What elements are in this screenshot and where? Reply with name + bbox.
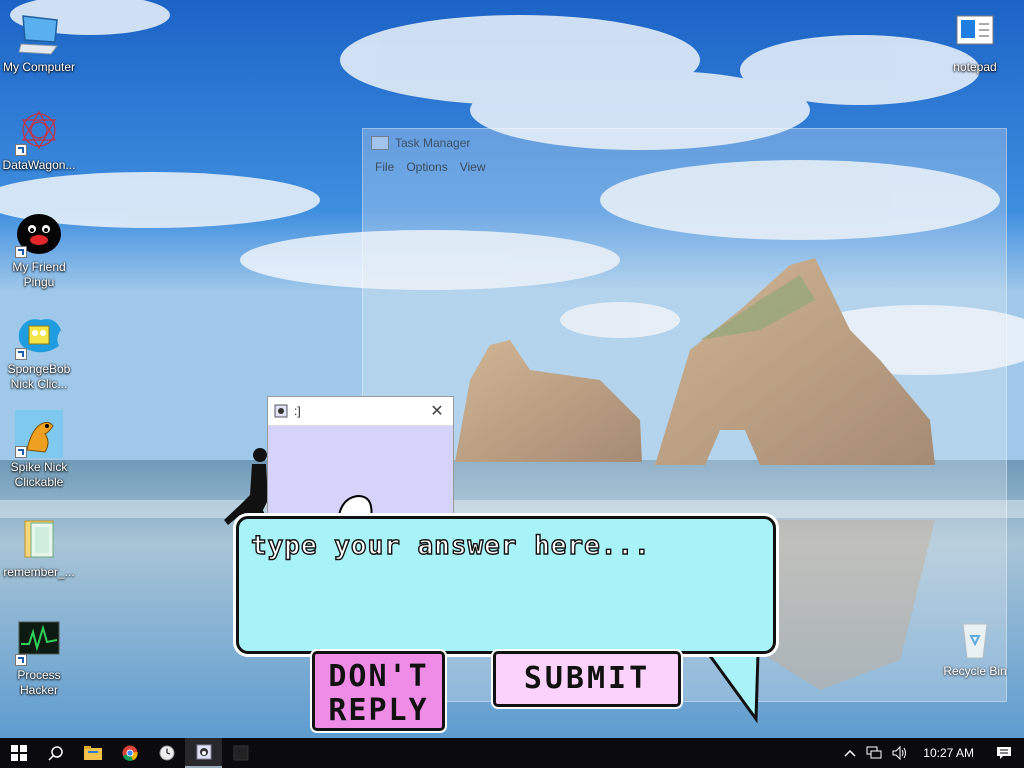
shortcut-arrow-icon <box>15 446 27 458</box>
penguin-app-icon <box>196 744 211 760</box>
task-manager-title: Task Manager <box>395 136 471 150</box>
chrome-icon <box>122 745 138 761</box>
desktop-icon-label: Spike Nick Clickable <box>10 460 68 489</box>
penguin-app-icon <box>274 404 288 418</box>
popup-titlebar[interactable]: :] ✕ <box>268 397 453 426</box>
shortcut-arrow-icon <box>15 654 27 666</box>
desktop-icon-label: remember_... <box>3 565 75 579</box>
spike-icon <box>15 410 63 458</box>
start-icon <box>10 745 27 761</box>
start-button[interactable] <box>0 738 37 768</box>
folder-icon <box>15 515 63 563</box>
desktop-icon-my-computer[interactable]: My Computer <box>0 10 78 75</box>
penguin-icon <box>15 210 63 258</box>
shortcut-arrow-icon <box>15 348 27 360</box>
blank-app-icon <box>233 745 248 761</box>
shortcut-arrow-icon <box>15 246 27 258</box>
speaker-icon <box>892 746 907 760</box>
task-manager-titlebar[interactable]: Task Manager <box>363 129 1006 157</box>
chevron-up-icon <box>844 749 856 757</box>
dont-reply-label-line2: REPLY <box>328 693 429 728</box>
penguin-app-button[interactable] <box>185 738 222 768</box>
search-button[interactable] <box>37 738 74 768</box>
desktop-icon-label: DataWagon... <box>2 158 76 172</box>
action-center-button[interactable] <box>984 738 1024 768</box>
clock-app-icon <box>159 745 174 761</box>
close-icon[interactable]: ✕ <box>427 401 447 421</box>
shortcut-arrow-icon <box>15 144 27 156</box>
desktop-icon-notepad[interactable]: notepad <box>936 10 1014 75</box>
desktop-icon-process-hacker[interactable]: Process Hacker <box>0 618 78 698</box>
desktop-icon-label: Process Hacker <box>17 668 61 697</box>
network-button[interactable] <box>861 738 887 768</box>
file-explorer-icon <box>83 746 102 760</box>
show-hidden-icons-button[interactable] <box>839 738 861 768</box>
submit-button[interactable]: SUBMIT <box>493 651 681 707</box>
taskbar-clock[interactable]: 10:27 AM <box>913 746 984 760</box>
popup-title: :] <box>294 404 301 418</box>
desktop-icon-datawagon[interactable]: DataWagon... <box>0 108 78 173</box>
network-icon <box>866 746 882 759</box>
reply-dialog: type your answer here... DON'T REPLY SUB… <box>228 513 793 731</box>
menu-file[interactable]: File <box>369 157 400 179</box>
desktop-icon-my-friend-pingu[interactable]: My Friend Pingu <box>0 210 78 290</box>
monitor-graph-icon <box>15 618 63 666</box>
menu-view[interactable]: View <box>454 157 492 179</box>
chrome-button[interactable] <box>111 738 148 768</box>
search-icon <box>47 746 63 761</box>
dont-reply-label-line1: DON'T <box>328 659 429 694</box>
desktop-icon-label: notepad <box>953 60 997 74</box>
desktop-icon-label: My Computer <box>2 60 76 74</box>
answer-placeholder: type your answer here... <box>250 530 651 561</box>
volume-button[interactable] <box>887 738 913 768</box>
desktop-icon-spongebob[interactable]: SpongeBob Nick Clic... <box>0 312 78 392</box>
desktop-icon-remember-folder[interactable]: remember_... <box>0 515 78 580</box>
desktop-icon-label: SpongeBob Nick Clic... <box>7 362 71 391</box>
clock-app-button[interactable] <box>148 738 185 768</box>
computer-icon <box>15 10 63 58</box>
answer-input[interactable]: type your answer here... <box>236 516 776 654</box>
submit-label: SUBMIT <box>523 661 651 696</box>
file-explorer-button[interactable] <box>74 738 111 768</box>
notification-icon <box>997 747 1011 759</box>
spongebob-icon <box>15 312 63 360</box>
dont-reply-button[interactable]: DON'T REPLY <box>312 651 445 731</box>
task-manager-menubar: File Options View <box>363 157 1006 179</box>
desktop-icon-label: My Friend Pingu <box>12 260 66 289</box>
notepad-icon <box>951 10 999 58</box>
desktop-icon-spike[interactable]: Spike Nick Clickable <box>0 410 78 490</box>
task-manager-icon <box>371 136 389 150</box>
spirograph-icon <box>15 108 63 156</box>
system-tray: 10:27 AM <box>839 738 1024 768</box>
blank-app-button[interactable] <box>222 738 259 768</box>
menu-options[interactable]: Options <box>400 157 453 179</box>
taskbar: 10:27 AM <box>0 738 1024 768</box>
